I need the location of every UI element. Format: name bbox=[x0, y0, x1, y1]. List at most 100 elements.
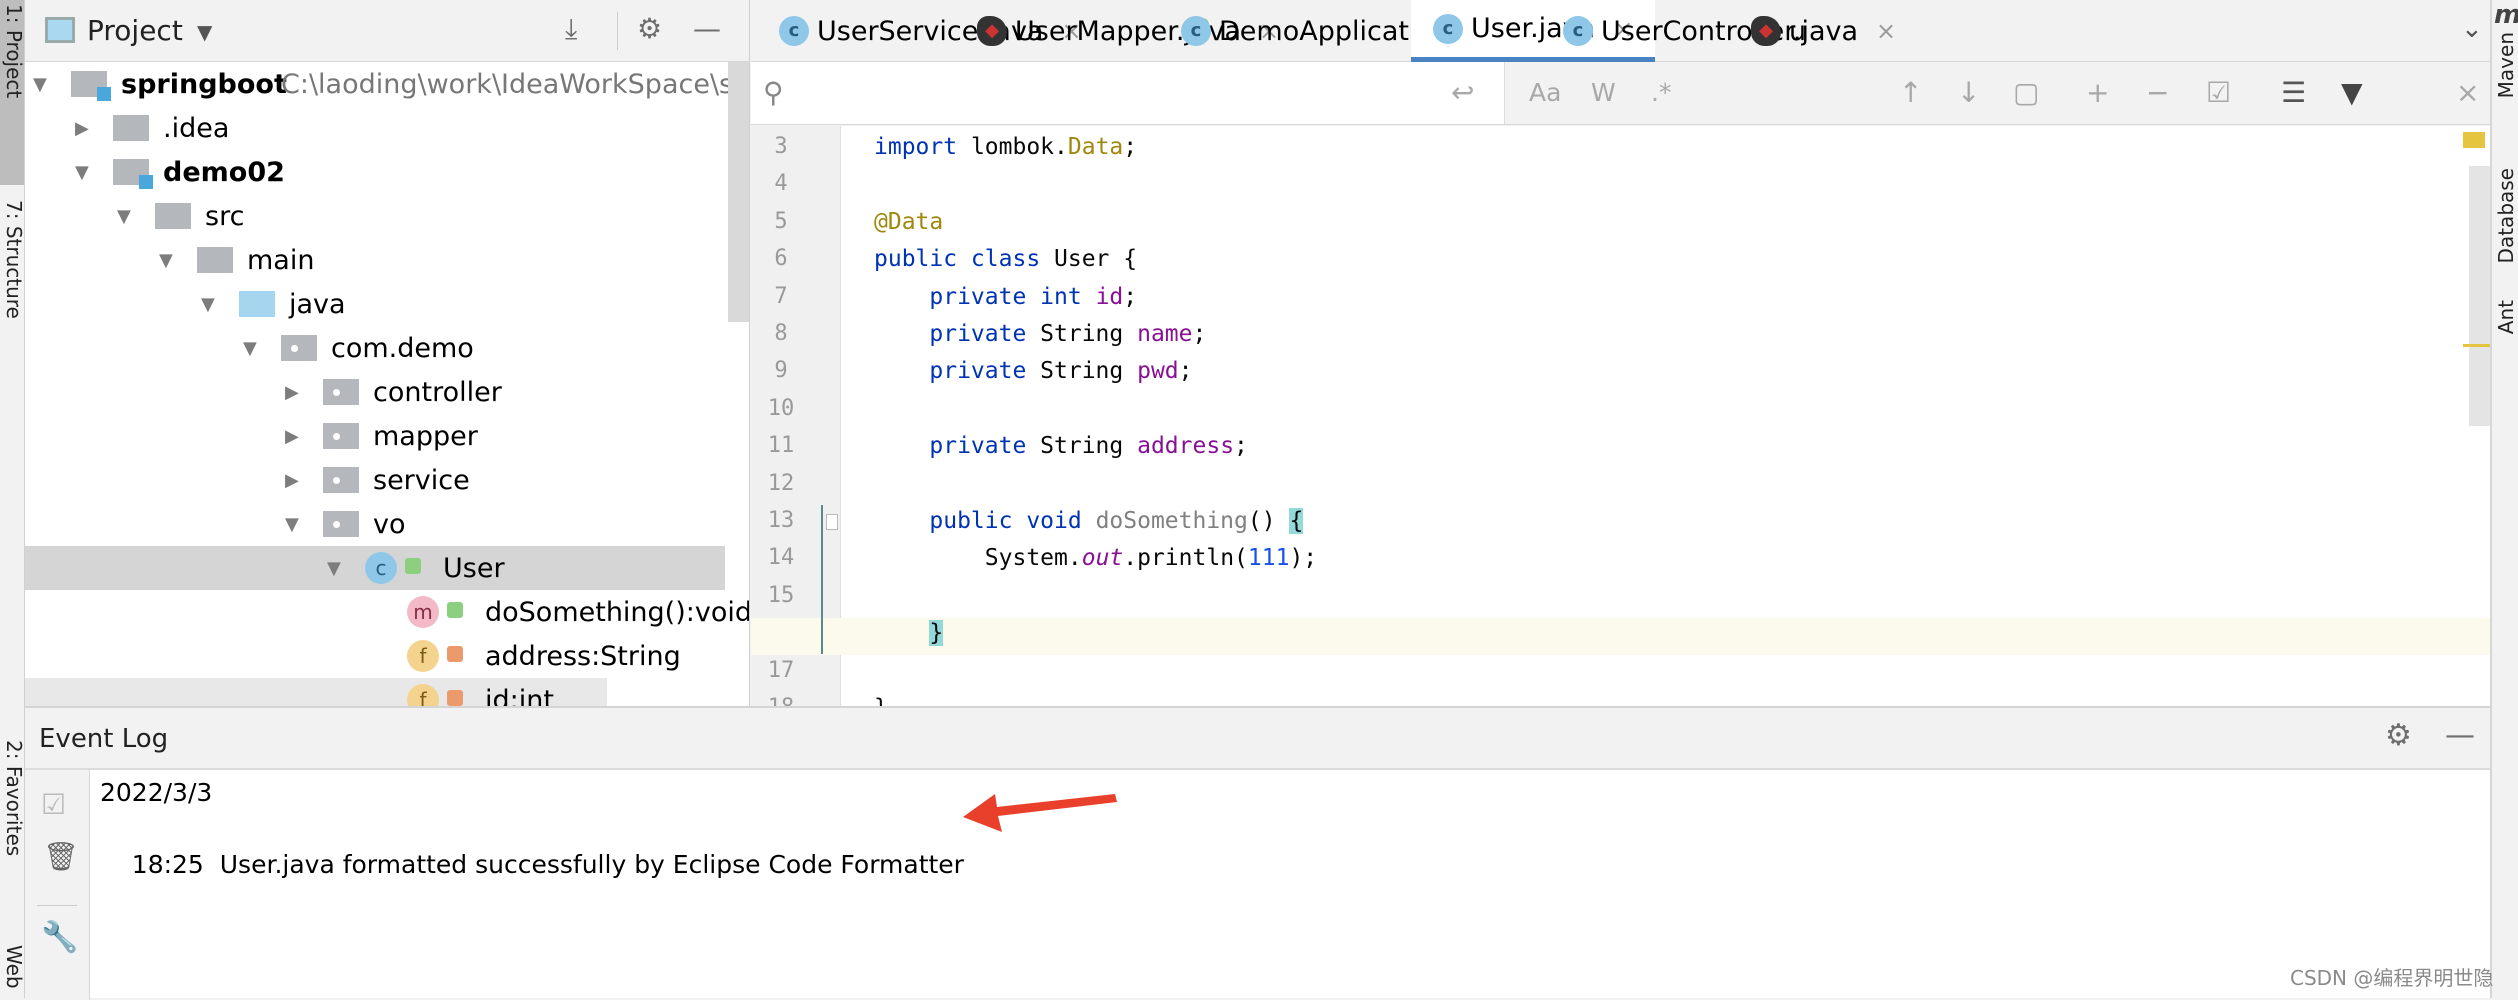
code-line[interactable]: System.out.println(111); bbox=[874, 545, 1317, 571]
remove-occurrence-icon[interactable]: − bbox=[2146, 76, 2169, 109]
trash-icon[interactable]: 🗑 bbox=[43, 840, 79, 873]
code-token: Data bbox=[1067, 134, 1124, 160]
code-line[interactable]: } bbox=[874, 695, 888, 706]
chevron-down-icon[interactable]: ▼ bbox=[197, 20, 212, 44]
tree-item[interactable]: ▼ main bbox=[25, 238, 725, 282]
code-line[interactable]: } bbox=[874, 620, 944, 647]
minimize-icon[interactable]: — bbox=[693, 12, 721, 45]
new-line-icon[interactable]: ↩ bbox=[1451, 76, 1474, 109]
tree-item-label: id:int bbox=[485, 684, 554, 707]
tab-u[interactable]: ◆ u bbox=[1741, 0, 1816, 62]
tree-item[interactable]: ▶ controller bbox=[25, 370, 725, 414]
code-line[interactable]: public void doSomething() { bbox=[874, 508, 1304, 534]
editor-scrollbar[interactable] bbox=[2469, 166, 2490, 426]
code-token: } bbox=[874, 695, 888, 706]
tab-usercontroller-java[interactable]: c UserController.java × bbox=[1553, 0, 1906, 62]
expanded-arrow-icon[interactable]: ▼ bbox=[75, 162, 89, 183]
code-token: lombok. bbox=[970, 134, 1068, 160]
collapse-all-icon[interactable]: ⤓ bbox=[565, 12, 577, 46]
tree-item[interactable]: ▼ c User bbox=[25, 546, 725, 590]
filter-lines-icon[interactable]: ☰ bbox=[2281, 76, 2306, 109]
toggle-occurrence-icon[interactable]: ☑ bbox=[2206, 76, 2231, 109]
tree-item[interactable]: ▼ springboot C:\laoding\work\IdeaWorkSpace… bbox=[25, 62, 749, 106]
regex-toggle[interactable]: .* bbox=[1651, 78, 1671, 107]
select-all-occurrences-icon[interactable]: ▢ bbox=[2013, 76, 2039, 109]
minimize-icon[interactable]: — bbox=[2445, 718, 2475, 753]
gear-icon[interactable]: ⚙ bbox=[2385, 718, 2412, 753]
funnel-icon[interactable]: ▼ bbox=[2341, 76, 2363, 109]
close-icon[interactable]: × bbox=[1876, 17, 1896, 45]
wrench-icon[interactable]: 🔧 bbox=[41, 920, 78, 955]
tree-item[interactable]: ▼ demo02 bbox=[25, 150, 725, 194]
code-line[interactable]: public class User { bbox=[874, 246, 1137, 272]
tool-window-structure-button[interactable]: 7: Structure bbox=[2, 200, 26, 319]
tool-window-ant-button[interactable]: Ant bbox=[2494, 300, 2518, 334]
expanded-arrow-icon[interactable]: ▼ bbox=[159, 250, 173, 271]
tool-window-database-button[interactable]: Database bbox=[2494, 168, 2518, 263]
event-message[interactable]: User.java formatted successfully by Ecli… bbox=[220, 850, 964, 879]
tree-item-label: address:String bbox=[485, 640, 681, 672]
tree-item[interactable]: ▶ mapper bbox=[25, 414, 725, 458]
expanded-arrow-icon[interactable]: ▼ bbox=[33, 74, 47, 95]
project-view-selector[interactable]: Project bbox=[87, 14, 183, 47]
tree-item[interactable]: ▼ com.demo bbox=[25, 326, 725, 370]
event-date: 2022/3/3 bbox=[100, 778, 213, 807]
tool-window-project-button[interactable]: 1: Project bbox=[0, 0, 26, 185]
code-token: address bbox=[1137, 433, 1235, 460]
words-toggle[interactable]: W bbox=[1591, 78, 1616, 107]
expanded-arrow-icon[interactable]: ▼ bbox=[285, 514, 299, 535]
tool-window-favorites-button[interactable]: 2: Favorites bbox=[2, 740, 26, 856]
tree-item[interactable]: ▼ vo bbox=[25, 502, 725, 546]
tree-item[interactable]: f id:int bbox=[25, 678, 607, 706]
warning-marker[interactable] bbox=[2463, 132, 2485, 148]
tree-item[interactable]: ▼ java bbox=[25, 282, 725, 326]
package-dot-icon bbox=[333, 389, 340, 396]
tree-item[interactable]: m doSomething():void bbox=[25, 590, 749, 634]
project-panel: Project ▼ ⤓ ⚙ — ▼ springboot C:\laoding\wo… bbox=[25, 0, 750, 706]
tree-item[interactable]: ▼ src bbox=[25, 194, 725, 238]
project-scrollbar[interactable] bbox=[728, 62, 749, 322]
code-line[interactable]: private String name; bbox=[874, 321, 1206, 347]
code-line[interactable]: private String pwd; bbox=[874, 358, 1192, 384]
search-icon[interactable]: ⚲ bbox=[763, 76, 784, 109]
close-icon[interactable]: × bbox=[2456, 76, 2479, 109]
code-line[interactable]: import lombok.Data; bbox=[874, 134, 1137, 160]
tree-item[interactable]: ▶ .idea bbox=[25, 106, 725, 150]
error-stripe-marker[interactable] bbox=[2463, 344, 2490, 347]
unlock-icon bbox=[405, 558, 421, 574]
code-line[interactable]: @Data bbox=[874, 209, 943, 235]
tree-item-label: doSomething():void bbox=[485, 596, 750, 628]
tool-window-web-button[interactable]: Web bbox=[2, 945, 26, 989]
right-tool-strip: m Maven Database Ant bbox=[2490, 0, 2518, 998]
arrow-up-icon[interactable]: ↑ bbox=[1899, 76, 1922, 109]
expanded-arrow-icon[interactable]: ▼ bbox=[117, 206, 131, 227]
match-case-toggle[interactable]: Aa bbox=[1529, 78, 1561, 107]
collapsed-arrow-icon[interactable]: ▶ bbox=[285, 382, 299, 403]
search-input[interactable]: ⚲ ↩ bbox=[751, 62, 1505, 124]
tree-item-label: demo02 bbox=[163, 156, 285, 188]
code-line[interactable]: private String address; bbox=[874, 433, 1248, 459]
class-icon: c bbox=[1563, 16, 1593, 46]
tool-window-maven-button[interactable]: Maven bbox=[2494, 32, 2518, 98]
event-time: 18:25 bbox=[131, 850, 204, 879]
expanded-arrow-icon[interactable]: ▼ bbox=[201, 294, 215, 315]
divider bbox=[617, 12, 618, 50]
expanded-arrow-icon[interactable]: ▼ bbox=[327, 558, 341, 579]
code-line[interactable]: private int id; bbox=[874, 284, 1137, 310]
collapsed-arrow-icon[interactable]: ▶ bbox=[285, 426, 299, 447]
expanded-arrow-icon[interactable]: ▼ bbox=[243, 338, 257, 359]
tree-item[interactable]: ▶ service bbox=[25, 458, 725, 502]
mark-all-read-icon[interactable]: ☑ bbox=[41, 788, 66, 821]
chevron-down-icon[interactable]: ⌄ bbox=[2461, 14, 2483, 44]
add-occurrence-icon[interactable]: + bbox=[2086, 76, 2109, 109]
code-token: () bbox=[1247, 508, 1290, 534]
collapsed-arrow-icon[interactable]: ▶ bbox=[75, 118, 89, 139]
fold-icon[interactable] bbox=[826, 514, 838, 530]
collapsed-arrow-icon[interactable]: ▶ bbox=[285, 470, 299, 491]
gear-icon[interactable]: ⚙ bbox=[637, 12, 662, 45]
tree-item-label: springboot bbox=[121, 68, 287, 100]
arrow-down-icon[interactable]: ↓ bbox=[1957, 76, 1980, 109]
code-editor[interactable]: 3456789101112131415161718 import lombok.… bbox=[751, 126, 2490, 706]
tree-item[interactable]: f address:String bbox=[25, 634, 725, 678]
code-token: } bbox=[929, 620, 944, 647]
